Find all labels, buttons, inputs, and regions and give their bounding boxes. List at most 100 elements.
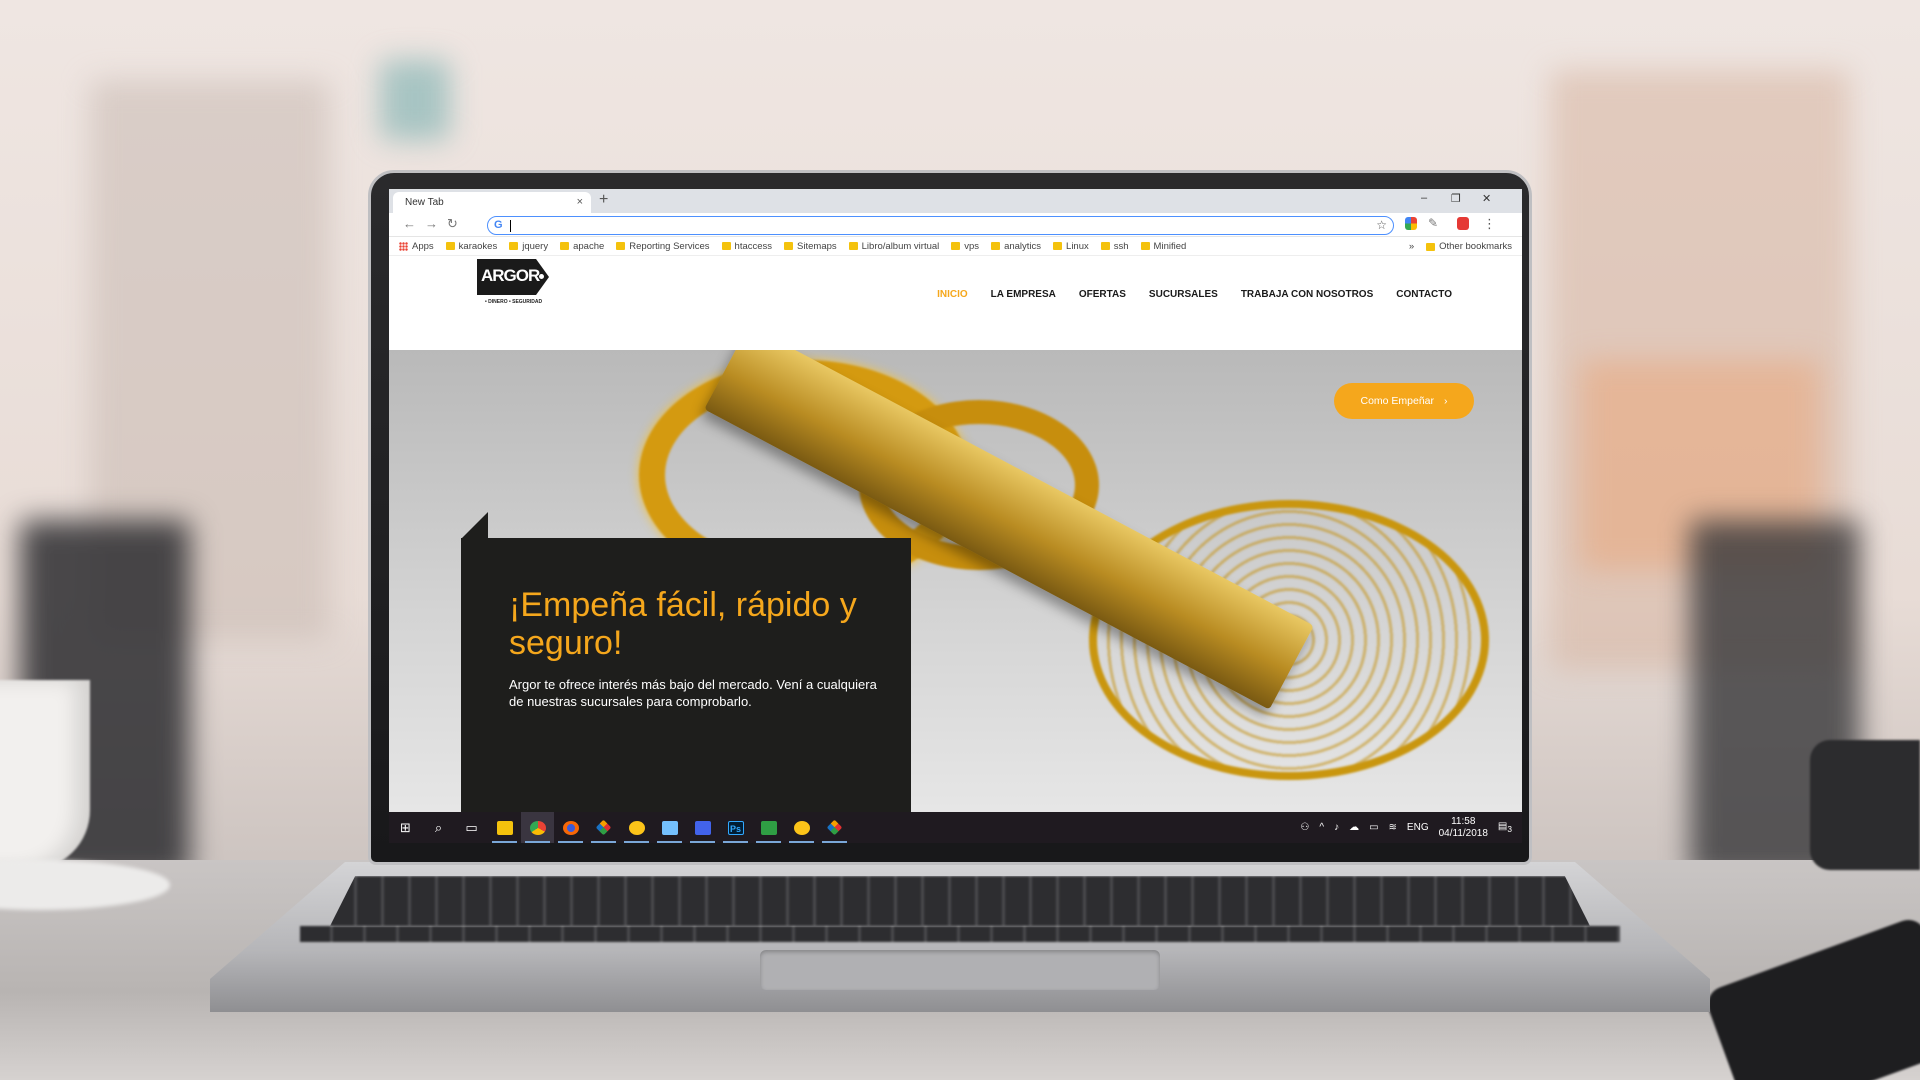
- hero-banner: Como Empeñar › ¡Empeña fácil, rápido y s…: [389, 350, 1522, 812]
- battery-icon[interactable]: ▭: [1369, 822, 1378, 833]
- folder-icon: [616, 242, 626, 250]
- photoshop-icon[interactable]: Ps: [719, 812, 752, 843]
- bookmark-apps[interactable]: Apps: [399, 241, 434, 252]
- bookmark-label: Other bookmarks: [1439, 241, 1512, 252]
- task-view-icon[interactable]: ▭: [455, 812, 488, 843]
- notifications-icon[interactable]: ▤3: [1498, 821, 1512, 834]
- bookmark-item[interactable]: vps: [951, 241, 979, 252]
- bookmark-item[interactable]: Linux: [1053, 241, 1089, 252]
- file-explorer-icon[interactable]: [488, 812, 521, 843]
- bookmark-item[interactable]: Sitemaps: [784, 241, 837, 252]
- site-header: ARGOR • DINERO • SEGURIDAD INICIO LA EMP…: [389, 256, 1522, 328]
- google-icon: G: [494, 219, 503, 231]
- browser-tab[interactable]: New Tab ×: [393, 192, 591, 213]
- color-extension-icon[interactable]: [1405, 217, 1417, 230]
- apps-grid-icon: [399, 241, 408, 251]
- coffee-cup: [0, 680, 90, 870]
- bookmark-item[interactable]: Minified: [1140, 240, 1187, 252]
- laptop-keyboard-row: [300, 926, 1620, 942]
- bookmark-item[interactable]: jquery: [509, 241, 548, 252]
- bookmark-star-icon[interactable]: ☆: [1376, 218, 1387, 232]
- network-app-icon[interactable]: [686, 812, 719, 843]
- nav-trabaja-con-nosotros[interactable]: TRABAJA CON NOSOTROS: [1241, 289, 1373, 300]
- reload-icon[interactable]: ↻: [447, 216, 458, 232]
- logo-text: ARGOR: [481, 266, 540, 285]
- bookmark-label: Libro/album virtual: [861, 240, 940, 252]
- folder-icon: [1100, 242, 1110, 250]
- cta-label: Como Empeñar: [1360, 395, 1435, 407]
- cloud-icon[interactable]: ☁: [1349, 822, 1359, 833]
- logo-tagline: • DINERO • SEGURIDAD: [485, 299, 543, 305]
- folder-icon: [445, 242, 455, 250]
- firefox-icon[interactable]: [554, 812, 587, 843]
- folder-icon: [991, 242, 1001, 250]
- chrome-icon[interactable]: [521, 812, 554, 843]
- bookmark-label: Minified: [1153, 240, 1187, 252]
- menu-kebab-icon[interactable]: ⋮: [1483, 216, 1496, 232]
- minimize-button[interactable]: –: [1421, 192, 1427, 204]
- nav-contacto[interactable]: CONTACTO: [1396, 289, 1452, 300]
- clock-date: 04/11/2018: [1438, 827, 1488, 839]
- bookmark-item[interactable]: analytics: [991, 241, 1041, 252]
- wifi-icon[interactable]: ≋: [1389, 822, 1397, 833]
- tab-title: New Tab: [405, 197, 444, 208]
- bookmark-item[interactable]: karaokes: [445, 241, 497, 252]
- laptop-screen: New Tab × + – ❐ ✕ ← → ↻ G ☆ ✎ ⋮ Apps kar…: [389, 189, 1522, 843]
- folder-icon: [560, 242, 570, 250]
- bookmark-label: vps: [964, 240, 980, 252]
- windows-start-icon[interactable]: ⊞: [389, 812, 422, 843]
- bookmark-item[interactable]: Libro/album virtual: [848, 240, 940, 252]
- bookmark-label: Apps: [412, 240, 434, 252]
- bookmark-item[interactable]: htaccess: [721, 240, 773, 252]
- bookmark-item[interactable]: ssh: [1100, 241, 1129, 252]
- taskbar-clock[interactable]: 11:58 04/11/2018: [1439, 816, 1488, 840]
- nav-sucursales[interactable]: SUCURSALES: [1149, 289, 1218, 300]
- duck-app-icon[interactable]: [620, 812, 653, 843]
- nav-inicio[interactable]: INICIO: [937, 289, 968, 300]
- bookmarks-bar: Apps karaokes jquery apache Reporting Se…: [389, 237, 1522, 256]
- windows-taskbar: ⊞ ⌕ ▭ Ps ⚇ ^ ♪ ☁ ▭ ≋ ENG 11:58 04/11/201…: [389, 812, 1522, 843]
- bookmark-label: Sitemaps: [797, 240, 837, 252]
- bookmark-item[interactable]: Reporting Services: [616, 241, 710, 252]
- volume-icon[interactable]: ♪: [1334, 822, 1339, 833]
- bookmark-label: htaccess: [734, 240, 773, 252]
- folder-icon: [784, 242, 794, 250]
- como-empenar-button[interactable]: Como Empeñar ›: [1334, 383, 1474, 419]
- back-arrow-icon[interactable]: ←: [403, 216, 416, 231]
- browser-tab-strip: New Tab × + – ❐ ✕: [389, 189, 1522, 213]
- git-icon[interactable]: [587, 812, 620, 843]
- nav-la-empresa[interactable]: LA EMPRESA: [991, 289, 1056, 300]
- site-nav: INICIO LA EMPRESA OFERTAS SUCURSALES TRA…: [937, 289, 1452, 300]
- forward-arrow-icon[interactable]: →: [425, 216, 438, 231]
- maximize-button[interactable]: ❐: [1451, 192, 1461, 205]
- git-icon[interactable]: [818, 812, 851, 843]
- new-tab-button[interactable]: +: [599, 191, 608, 209]
- folder-icon: [1053, 242, 1063, 250]
- logo-dot: [539, 274, 544, 279]
- address-bar[interactable]: G ☆: [487, 216, 1394, 235]
- box-app-icon[interactable]: [653, 812, 686, 843]
- bookmark-label: Linux: [1066, 240, 1089, 252]
- language-indicator[interactable]: ENG: [1407, 822, 1429, 833]
- notification-count: 3: [1507, 824, 1512, 834]
- nav-ofertas[interactable]: OFERTAS: [1079, 289, 1126, 300]
- duck-app-icon[interactable]: [785, 812, 818, 843]
- system-tray: ⚇ ^ ♪ ☁ ▭ ≋ ENG 11:58 04/11/2018 ▤3: [1300, 812, 1512, 843]
- bookmark-label: apache: [573, 240, 605, 252]
- search-icon[interactable]: ⌕: [422, 812, 455, 843]
- folder-icon: [509, 242, 519, 250]
- eyedropper-icon[interactable]: ✎: [1428, 216, 1438, 230]
- chevron-up-icon[interactable]: ^: [1319, 822, 1324, 833]
- close-window-button[interactable]: ✕: [1482, 192, 1491, 205]
- spreadsheet-icon[interactable]: [752, 812, 785, 843]
- other-bookmarks[interactable]: Other bookmarks: [1426, 241, 1512, 252]
- extension-icon[interactable]: [1457, 217, 1469, 230]
- hero-card: ¡Empeña fácil, rápido y seguro! Argor te…: [461, 538, 911, 812]
- bookmarks-overflow-button[interactable]: »: [1409, 241, 1414, 252]
- people-icon[interactable]: ⚇: [1300, 822, 1309, 833]
- wristwatch: [1810, 740, 1920, 870]
- tab-close-icon[interactable]: ×: [577, 196, 583, 208]
- text-caret: [510, 220, 511, 232]
- bookmark-item[interactable]: apache: [560, 241, 604, 252]
- bookmark-label: analytics: [1004, 240, 1042, 252]
